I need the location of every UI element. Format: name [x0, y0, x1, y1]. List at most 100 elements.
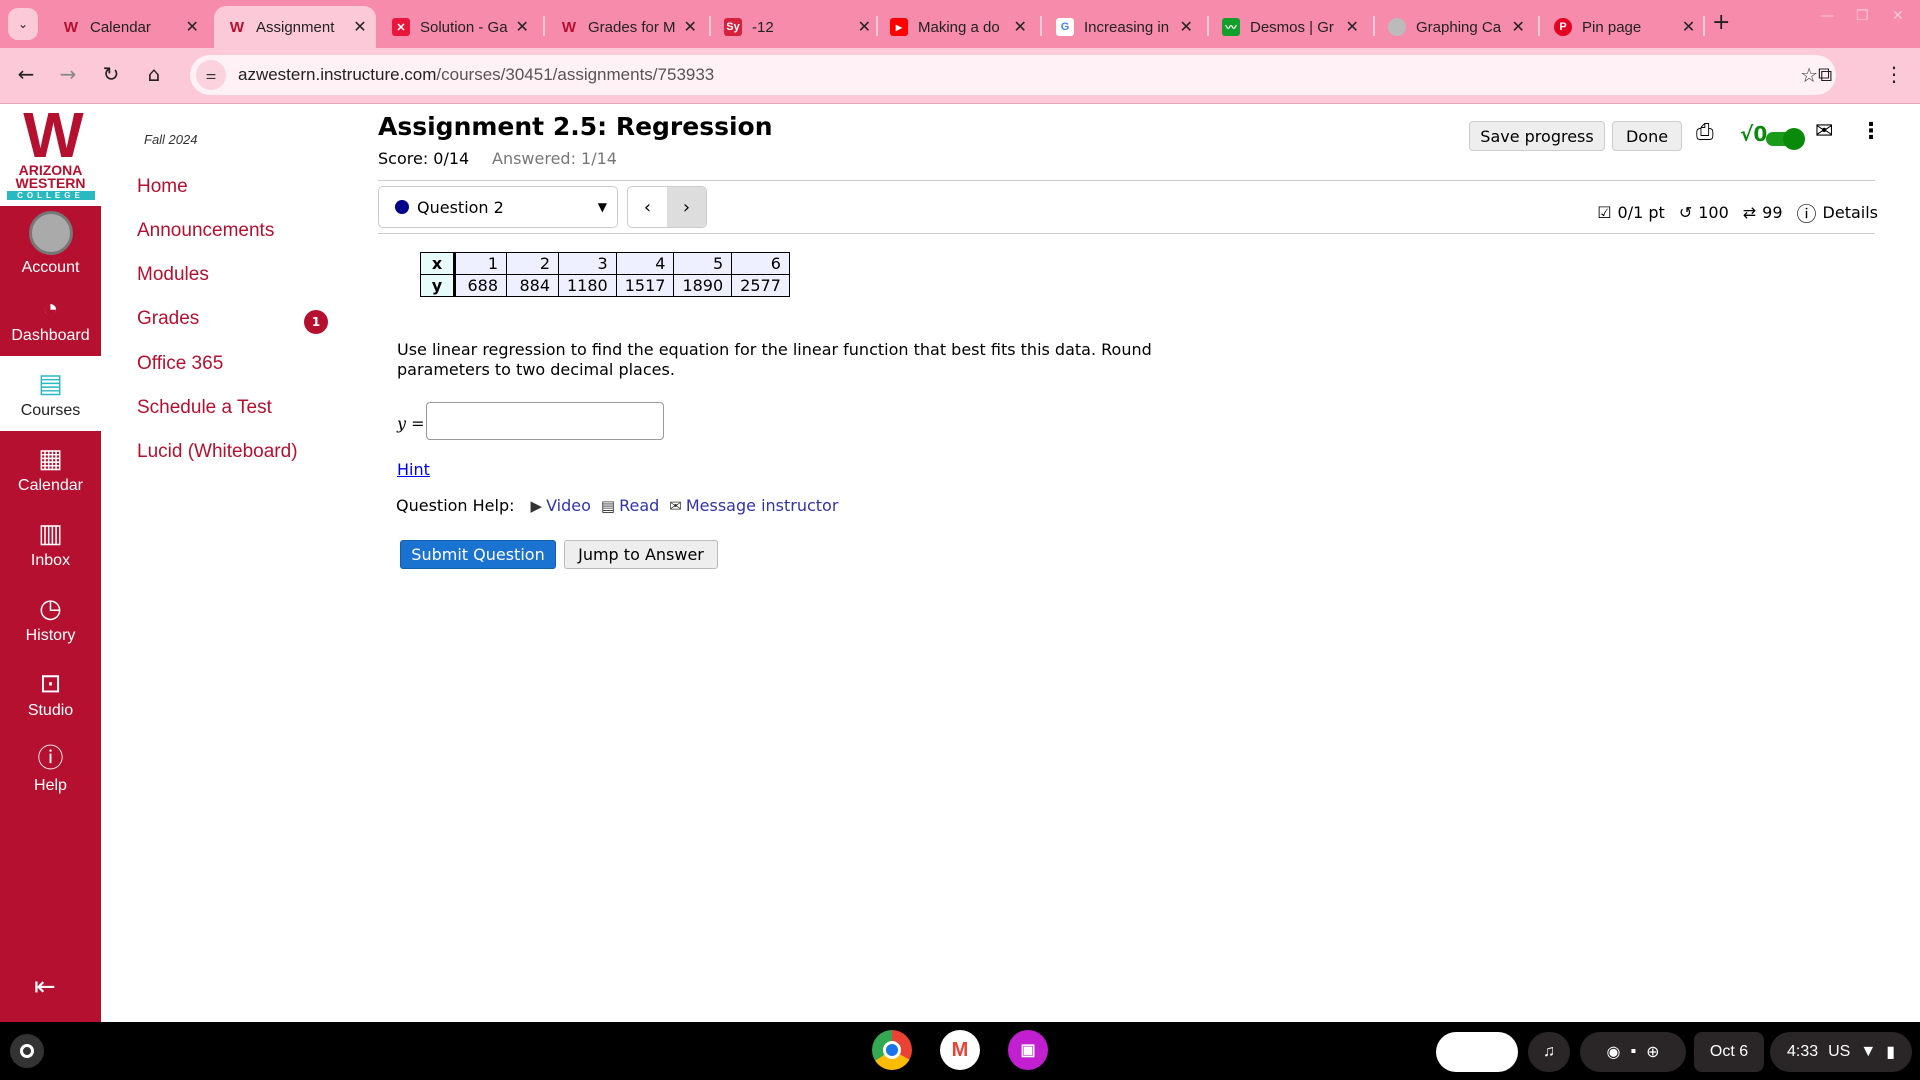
- close-tab-icon[interactable]: ✕: [853, 17, 876, 37]
- add-icon: ⊕: [1646, 1044, 1660, 1061]
- question-select[interactable]: Question 2 ▼: [378, 186, 618, 228]
- question-status-dot: [395, 200, 409, 214]
- previous-question-button[interactable]: ‹: [628, 187, 667, 227]
- document-icon: ▤: [600, 497, 616, 515]
- retries-value: 100: [1698, 203, 1729, 222]
- college-logo[interactable]: W ARIZONA WESTERN COLLEGE: [0, 99, 101, 206]
- browser-tab-strip: ⌄ W Calendar ✕ W Assignment ✕ ✕ Solution…: [0, 0, 1920, 48]
- retry-icon: ↺: [1678, 203, 1693, 222]
- awc-favicon-icon: W: [561, 18, 577, 36]
- browser-tab[interactable]: 〰 Desmos | Gr ✕: [1208, 6, 1364, 48]
- status-area[interactable]: 4:33 US ▼ ▮: [1770, 1032, 1912, 1072]
- submit-question-button[interactable]: Submit Question: [400, 540, 556, 569]
- math-entry-label: √0: [1740, 122, 1768, 146]
- browser-tab[interactable]: ✕ Solution - Ga ✕: [378, 6, 534, 48]
- close-tab-icon[interactable]: ✕: [1677, 17, 1700, 37]
- studio-icon: ⊡: [39, 667, 62, 698]
- maximize-icon[interactable]: ❐: [1856, 8, 1869, 24]
- browser-tab[interactable]: W Grades for M ✕: [546, 6, 702, 48]
- tab-search-button[interactable]: ⌄: [8, 8, 38, 40]
- browser-tab[interactable]: Graphing Ca ✕: [1374, 6, 1530, 48]
- os-shelf: M ▣ ♫ ◉ ▪ ⊕ Oct 6 4:33 US ▼ ▮: [0, 1022, 1920, 1080]
- reload-button[interactable]: ↻: [97, 62, 125, 86]
- new-tab-button[interactable]: +: [1712, 10, 1730, 35]
- gmail-app-icon[interactable]: M: [940, 1030, 980, 1070]
- details-link[interactable]: Details: [1823, 203, 1878, 222]
- close-window-icon[interactable]: ✕: [1892, 8, 1904, 24]
- browser-tab[interactable]: ▶ Making a do ✕: [876, 6, 1032, 48]
- coursenav-office365[interactable]: Office 365: [137, 353, 223, 375]
- browser-tab[interactable]: Sy -12 ✕: [710, 6, 876, 48]
- bookmark-star-icon[interactable]: ☆: [1800, 63, 1818, 87]
- coursenav-schedule-test[interactable]: Schedule a Test: [137, 397, 272, 419]
- close-tab-icon[interactable]: ✕: [1008, 17, 1032, 37]
- done-button[interactable]: Done: [1612, 121, 1682, 151]
- home-button[interactable]: ⌂: [140, 62, 168, 86]
- globalnav-inbox[interactable]: ▥ Inbox: [0, 506, 101, 581]
- collapse-nav-icon[interactable]: ⇤: [34, 972, 56, 1002]
- browser-tab-active[interactable]: W Assignment ✕: [214, 6, 376, 48]
- globalnav-courses[interactable]: ▤ Courses: [0, 356, 101, 431]
- close-tab-icon[interactable]: ✕: [1506, 17, 1530, 37]
- globalnav-studio[interactable]: ⊡ Studio: [0, 656, 101, 731]
- question-stats: ☑ 0/1 pt ↺ 100 ⇄ 99 ⓘ Details: [1597, 198, 1878, 227]
- toggle-knob: [1783, 128, 1805, 150]
- browser-toolbar: ← → ↻ ⌂ ⚌ azwestern.instructure.com/cour…: [0, 48, 1920, 104]
- globalnav-help[interactable]: ⓘ Help: [0, 731, 101, 806]
- close-tab-icon[interactable]: ✕: [1174, 17, 1198, 37]
- next-question-button[interactable]: ›: [667, 187, 706, 227]
- browser-tab[interactable]: P Pin page ✕: [1540, 6, 1700, 48]
- coursenav-lucid[interactable]: Lucid (Whiteboard): [137, 441, 298, 463]
- url-text: azwestern.instructure.com/courses/30451/…: [238, 65, 715, 84]
- browser-tab[interactable]: W Calendar ✕: [48, 6, 204, 48]
- coursenav-home[interactable]: Home: [137, 176, 188, 198]
- logo-w-mark: W: [23, 99, 83, 171]
- message-instructor-link[interactable]: ✉ Message instructor: [669, 496, 838, 515]
- mail-icon[interactable]: ✉: [1815, 119, 1833, 144]
- address-bar[interactable]: ⚌ azwestern.instructure.com/courses/3045…: [190, 55, 1836, 95]
- hint-link[interactable]: Hint: [397, 460, 430, 479]
- close-tab-icon[interactable]: ✕: [1340, 17, 1364, 37]
- answered-text: Answered: 1/14: [492, 149, 617, 168]
- attempts-icon: ⇄: [1742, 203, 1757, 222]
- app-icon[interactable]: ▣: [1008, 1030, 1048, 1070]
- help-video-link[interactable]: ▶ Video: [531, 496, 591, 515]
- system-tray-icons[interactable]: ◉ ▪ ⊕: [1580, 1032, 1686, 1072]
- close-tab-icon[interactable]: ✕: [348, 17, 372, 37]
- x-favicon-icon: ✕: [392, 18, 410, 36]
- minimize-icon[interactable]: —: [1820, 8, 1834, 24]
- globalnav-account[interactable]: Account: [0, 206, 101, 281]
- coursenav-grades[interactable]: Grades: [137, 308, 199, 330]
- jump-to-answer-button[interactable]: Jump to Answer: [564, 540, 718, 569]
- forward-button[interactable]: →: [54, 62, 82, 86]
- answer-input[interactable]: [426, 402, 664, 440]
- browser-tab[interactable]: G Increasing in ✕: [1042, 6, 1198, 48]
- globalnav-history[interactable]: ◷ History: [0, 581, 101, 656]
- print-icon[interactable]: ⎙: [1696, 120, 1714, 145]
- dropdown-caret-icon: ▼: [597, 200, 607, 214]
- divider: [378, 180, 1875, 181]
- coursenav-modules[interactable]: Modules: [137, 264, 209, 286]
- chrome-menu-icon[interactable]: ⋮: [1884, 62, 1904, 86]
- launcher-button[interactable]: [10, 1034, 44, 1068]
- holding-space-thumbnails[interactable]: [1436, 1032, 1518, 1072]
- globalnav-calendar[interactable]: ▦ Calendar: [0, 431, 101, 506]
- save-progress-button[interactable]: Save progress: [1469, 121, 1605, 151]
- coursenav-announcements[interactable]: Announcements: [137, 220, 274, 242]
- avatar-icon: [28, 210, 73, 255]
- table-row-y: y 688 884 1180 1517 1890 2577: [420, 274, 790, 297]
- chrome-app-icon[interactable]: [872, 1030, 912, 1070]
- extensions-icon[interactable]: ⧉: [1818, 62, 1832, 86]
- media-controls-icon[interactable]: ♫: [1528, 1032, 1570, 1072]
- close-tab-icon[interactable]: ✕: [510, 17, 534, 37]
- more-options-icon[interactable]: ⋮: [1860, 119, 1882, 144]
- math-entry-toggle[interactable]: [1766, 128, 1805, 150]
- back-button[interactable]: ←: [12, 62, 40, 86]
- site-info-icon[interactable]: ⚌: [196, 60, 226, 90]
- date-display[interactable]: Oct 6: [1694, 1032, 1764, 1072]
- globalnav-dashboard[interactable]: ◔ Dashboard: [0, 281, 101, 356]
- info-icon[interactable]: ⓘ: [1797, 198, 1817, 227]
- close-tab-icon[interactable]: ✕: [180, 17, 204, 37]
- help-read-link[interactable]: ▤ Read: [601, 496, 659, 515]
- close-tab-icon[interactable]: ✕: [678, 17, 702, 37]
